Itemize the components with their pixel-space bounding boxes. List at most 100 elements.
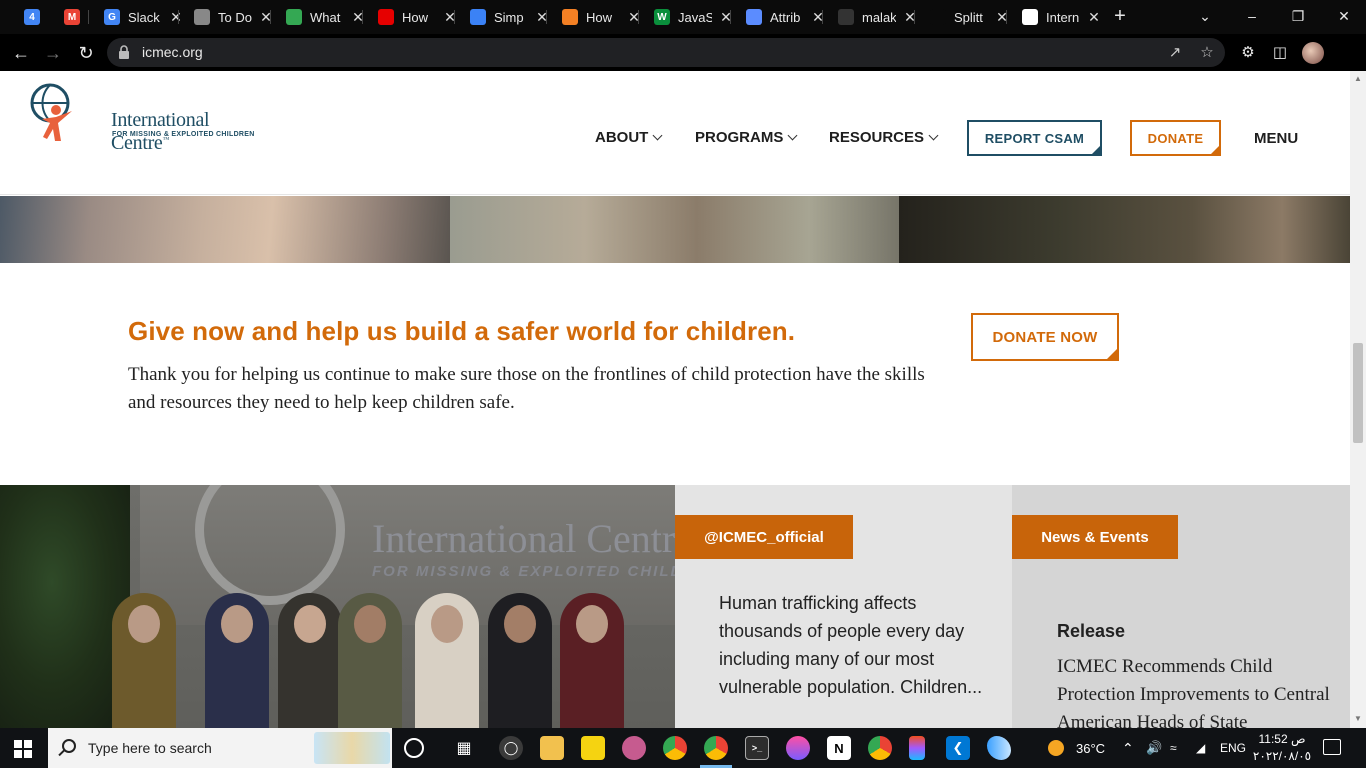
address-bar[interactable]: icmec.org ↗ ☆ — [107, 38, 1225, 67]
vscode-icon[interactable]: ❮ — [946, 736, 970, 760]
back-icon[interactable]: ← — [8, 40, 34, 66]
moon-icon — [746, 9, 762, 25]
browser-tab[interactable]: How ✕ — [548, 4, 648, 30]
browser-tab[interactable]: Intern ✕ — [1008, 4, 1108, 30]
tab-separator — [270, 10, 271, 24]
nav-about[interactable]: ABOUT — [595, 129, 663, 146]
browser-tab[interactable]: To Do ✕ — [180, 4, 280, 30]
task-view-icon[interactable]: ▦ — [452, 736, 476, 760]
browser-tab[interactable]: W JavaS ✕ — [640, 4, 740, 30]
search-placeholder: Type here to search — [88, 740, 212, 756]
close-tab-icon[interactable]: ✕ — [1086, 9, 1102, 26]
w-icon: W — [654, 9, 670, 25]
chrome-profile-icon[interactable] — [868, 736, 892, 760]
terminal-icon[interactable]: >_ — [745, 736, 769, 760]
language-indicator[interactable]: ENG — [1220, 728, 1246, 768]
menu-button[interactable]: MENU — [1254, 130, 1298, 147]
chrome-icon[interactable] — [663, 736, 687, 760]
tab-title: How — [586, 9, 613, 25]
stack-icon — [562, 9, 578, 25]
nav-programs[interactable]: PROGRAMS — [695, 129, 798, 146]
browser-tab[interactable]: Attrib ✕ — [732, 4, 832, 30]
sticky-notes-icon[interactable] — [581, 736, 605, 760]
maximize-button[interactable]: ❐ — [1283, 4, 1313, 28]
page-scrollbar[interactable]: ▲ ▼ — [1350, 71, 1366, 728]
sun-icon — [1048, 740, 1064, 756]
profile-avatar[interactable] — [1302, 42, 1324, 64]
site-header: International Centre™ FOR MISSING & EXPL… — [0, 71, 1350, 195]
tab-separator — [454, 10, 455, 24]
cortana-icon[interactable] — [404, 738, 424, 758]
donate-now-button[interactable]: DONATE NOW — [971, 313, 1119, 361]
nav-resources[interactable]: RESOURCES — [829, 129, 939, 146]
bookmark-star-icon[interactable]: ☆ — [1197, 43, 1217, 63]
video-icon — [378, 9, 394, 25]
new-tab-button[interactable]: + — [1109, 4, 1131, 28]
share-icon[interactable]: ↗ — [1165, 43, 1185, 63]
minimize-button[interactable]: – — [1237, 4, 1267, 28]
cloud-icon — [470, 9, 486, 25]
tab-separator — [730, 10, 731, 24]
wifi-icon[interactable]: ◢ — [1196, 728, 1205, 768]
browser-tab-strip: 4 M G Slack ✕ To Do ✕ What ✕ How ✕ Simp ✕ How ✕ W JavaS ✕… — [0, 0, 1366, 34]
news-events-tag[interactable]: News & Events — [1012, 515, 1178, 559]
network-icon[interactable]: ≈ — [1170, 728, 1177, 768]
browser-toolbar: ← → ↻ icmec.org ↗ ☆ ⚙ ◫ — [0, 34, 1366, 71]
scrollbar-thumb[interactable] — [1353, 343, 1363, 443]
news-headline-link[interactable]: ICMEC Recommends Child Protection Improv… — [1057, 653, 1337, 728]
icmec-logo[interactable]: International Centre™ FOR MISSING & EXPL… — [28, 79, 268, 154]
close-window-button[interactable]: ✕ — [1329, 4, 1359, 28]
tab-title: Simp — [494, 9, 524, 25]
notion-icon[interactable]: N — [827, 736, 851, 760]
blank-icon — [930, 9, 946, 25]
color-app-icon[interactable] — [786, 736, 810, 760]
weather-widget[interactable]: 36°C — [1048, 728, 1105, 768]
donate-heading: Give now and help us build a safer world… — [128, 316, 796, 346]
tab-title: What — [310, 9, 341, 25]
extensions-icon[interactable]: ⚙ — [1237, 42, 1259, 64]
browser-tab[interactable]: How ✕ — [364, 4, 464, 30]
volume-icon[interactable]: 🔊 — [1146, 728, 1162, 768]
forward-icon[interactable]: → — [40, 40, 66, 66]
browser-tab[interactable]: What ✕ — [272, 4, 372, 30]
search-highlight-image — [314, 732, 390, 764]
donate-button[interactable]: DONATE — [1130, 120, 1221, 156]
browser-tab[interactable]: 4 — [10, 4, 54, 30]
taskbar-search-box[interactable]: Type here to search — [48, 728, 392, 768]
file-explorer-icon[interactable] — [540, 736, 564, 760]
side-panel-icon[interactable]: ◫ — [1269, 42, 1291, 64]
chevron-down-icon — [652, 130, 663, 141]
show-hidden-icons[interactable]: ⌃ — [1122, 728, 1134, 768]
app-icon[interactable] — [987, 736, 1011, 760]
twitter-handle-tag[interactable]: @ICMEC_official — [675, 515, 853, 559]
tab-search-icon[interactable]: ⌄ — [1190, 4, 1220, 28]
report-csam-button[interactable]: REPORT CSAM — [967, 120, 1102, 156]
twitter-panel: @ICMEC_official Human trafficking affect… — [675, 485, 1012, 728]
github-icon — [838, 9, 854, 25]
clock[interactable]: 11:52 ص ٢٠٢٢/٠٨/٠٥ — [1252, 731, 1312, 765]
tab-title: Splitt — [954, 9, 983, 25]
figma-icon[interactable] — [909, 736, 925, 760]
windows-start-icon[interactable] — [14, 740, 32, 758]
calendar-icon: 4 — [24, 9, 40, 25]
media-player-icon[interactable]: ◯ — [499, 736, 523, 760]
hero-image-hands — [450, 196, 899, 263]
reload-icon[interactable]: ↻ — [73, 40, 99, 66]
tweet-text[interactable]: Human trafficking affects thousands of p… — [719, 589, 989, 701]
windows-taskbar: Type here to search ▦ ◯ >_ N ❮ 36°C ⌃ 🔊 … — [0, 728, 1366, 768]
tab-title: Intern — [1046, 9, 1080, 25]
notifications-icon[interactable] — [1323, 739, 1341, 755]
paint-icon[interactable] — [622, 736, 646, 760]
browser-tab[interactable]: malak ✕ — [824, 4, 924, 30]
tab-separator — [1006, 10, 1007, 24]
gmail-icon: M — [64, 9, 80, 25]
clock-time: 11:52 ص — [1258, 732, 1306, 746]
browser-tab[interactable]: Splitt ✕ — [916, 4, 1016, 30]
tab-separator — [88, 10, 89, 24]
chrome-active-icon[interactable] — [704, 736, 728, 760]
tab-title: Slack — [128, 9, 160, 25]
browser-tab[interactable]: G Slack ✕ — [90, 4, 190, 30]
tab-title: JavaS — [678, 9, 712, 25]
browser-tab[interactable]: Simp ✕ — [456, 4, 556, 30]
hero-image-children — [0, 196, 450, 263]
